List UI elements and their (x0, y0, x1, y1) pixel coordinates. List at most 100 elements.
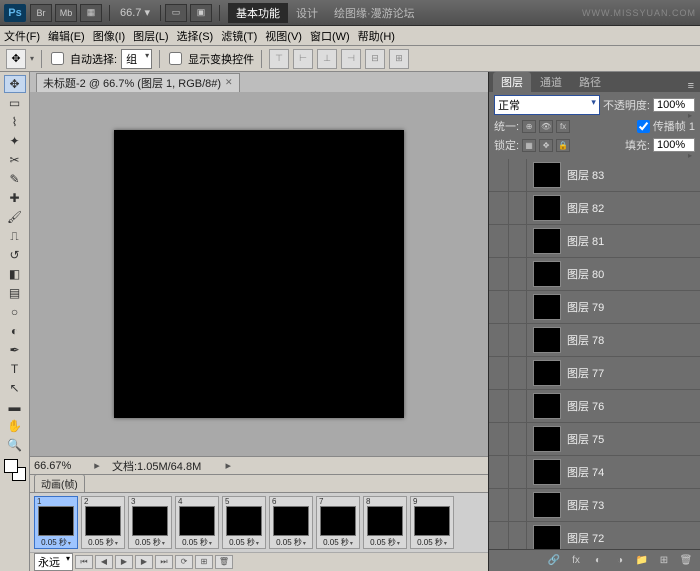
animation-frame[interactable]: 60.05 秒 (269, 496, 313, 549)
color-swatch[interactable] (4, 459, 26, 481)
link-cell[interactable] (509, 159, 527, 191)
stamp-tool[interactable]: ⎍ (4, 227, 26, 245)
layer-name[interactable]: 图层 78 (567, 332, 604, 348)
visibility-toggle[interactable] (489, 159, 509, 191)
link-cell[interactable] (509, 423, 527, 455)
status-docinfo[interactable]: 文档:1.05M/64.8M (112, 458, 201, 474)
visibility-toggle[interactable] (489, 291, 509, 323)
align-btn-4[interactable]: ⊣ (341, 49, 361, 69)
document-tab[interactable]: 未标题-2 @ 66.7% (图层 1, RGB/8#) ✕ (36, 73, 240, 92)
unify-style-icon[interactable]: fx (556, 120, 570, 133)
align-btn-2[interactable]: ⊢ (293, 49, 313, 69)
hand-tool[interactable]: ✋ (4, 417, 26, 435)
layer-row[interactable]: 图层 74 (489, 456, 700, 489)
visibility-toggle[interactable] (489, 456, 509, 488)
last-frame-button[interactable]: ⏭ (155, 555, 173, 569)
layer-row[interactable]: 图层 77 (489, 357, 700, 390)
menu-window[interactable]: 窗口(W) (310, 28, 350, 44)
link-layers-button[interactable]: 🔗 (546, 554, 562, 568)
blend-mode-dropdown[interactable]: 正常 (494, 95, 600, 115)
link-cell[interactable] (509, 489, 527, 521)
menu-layer[interactable]: 图层(L) (133, 28, 168, 44)
layer-name[interactable]: 图层 75 (567, 431, 604, 447)
opacity-field[interactable]: 100% (653, 98, 695, 112)
menu-edit[interactable]: 编辑(E) (48, 28, 85, 44)
bridge-button[interactable]: Br (30, 4, 52, 22)
link-cell[interactable] (509, 291, 527, 323)
layer-name[interactable]: 图层 80 (567, 266, 604, 282)
animation-frame[interactable]: 50.05 秒 (222, 496, 266, 549)
layer-name[interactable]: 图层 83 (567, 167, 604, 183)
status-zoom[interactable]: 66.67% (30, 460, 90, 472)
layer-thumbnail[interactable] (533, 294, 561, 320)
fill-field[interactable]: 100% (653, 138, 695, 152)
visibility-toggle[interactable] (489, 324, 509, 356)
gradient-tool[interactable]: ▤ (4, 284, 26, 302)
brush-tool[interactable]: 🖌 (4, 208, 26, 226)
align-btn-5[interactable]: ⊟ (365, 49, 385, 69)
delete-layer-button[interactable]: 🗑 (678, 554, 694, 568)
screenmode-button[interactable]: ▣ (190, 4, 212, 22)
new-layer-button[interactable]: ⊞ (656, 554, 672, 568)
frame-delay[interactable]: 0.05 秒 (370, 537, 400, 548)
layer-mask-button[interactable]: ◐ (590, 554, 606, 568)
adjustment-layer-button[interactable]: ◑ (612, 554, 628, 568)
close-icon[interactable]: ✕ (225, 77, 233, 88)
transform-checkbox[interactable] (169, 52, 182, 65)
tab-layers[interactable]: 图层 (493, 72, 531, 92)
layer-row[interactable]: 图层 83 (489, 159, 700, 192)
frame-delay[interactable]: 0.05 秒 (135, 537, 165, 548)
layer-list[interactable]: 图层 83图层 82图层 81图层 80图层 79图层 78图层 77图层 76… (489, 159, 700, 549)
layer-style-button[interactable]: fx (568, 554, 584, 568)
frame-delay[interactable]: 0.05 秒 (229, 537, 259, 548)
menu-file[interactable]: 文件(F) (4, 28, 40, 44)
frame-delay[interactable]: 0.05 秒 (41, 537, 71, 548)
layer-thumbnail[interactable] (533, 459, 561, 485)
layer-row[interactable]: 图层 78 (489, 324, 700, 357)
workspace-design[interactable]: 设计 (288, 3, 326, 23)
menu-view[interactable]: 视图(V) (265, 28, 302, 44)
link-cell[interactable] (509, 225, 527, 257)
layer-name[interactable]: 图层 79 (567, 299, 604, 315)
zoom-level[interactable]: 66.7 ▾ (120, 6, 150, 19)
canvas[interactable] (114, 130, 404, 418)
visibility-toggle[interactable] (489, 192, 509, 224)
link-cell[interactable] (509, 456, 527, 488)
layer-row[interactable]: 图层 75 (489, 423, 700, 456)
pen-tool[interactable]: ✒ (4, 341, 26, 359)
animation-frame[interactable]: 70.05 秒 (316, 496, 360, 549)
lock-position-icon[interactable]: ✥ (539, 139, 553, 152)
frame-delay[interactable]: 0.05 秒 (323, 537, 353, 548)
auto-select-target[interactable]: 组 (121, 49, 152, 69)
animation-frame[interactable]: 20.05 秒 (81, 496, 125, 549)
layer-thumbnail[interactable] (533, 426, 561, 452)
layer-row[interactable]: 图层 80 (489, 258, 700, 291)
link-cell[interactable] (509, 390, 527, 422)
panel-menu-icon[interactable]: ≡ (682, 80, 700, 92)
visibility-toggle[interactable] (489, 423, 509, 455)
layer-thumbnail[interactable] (533, 327, 561, 353)
play-button[interactable]: ▶ (115, 555, 133, 569)
layer-name[interactable]: 图层 82 (567, 200, 604, 216)
auto-select-checkbox[interactable] (51, 52, 64, 65)
marquee-tool[interactable]: ▭ (4, 94, 26, 112)
menu-image[interactable]: 图像(I) (93, 28, 125, 44)
layer-name[interactable]: 图层 73 (567, 497, 604, 513)
lock-all-icon[interactable]: 🔒 (556, 139, 570, 152)
link-cell[interactable] (509, 258, 527, 290)
type-tool[interactable]: T (4, 360, 26, 378)
new-frame-button[interactable]: ⊞ (195, 555, 213, 569)
tab-channels[interactable]: 通道 (532, 72, 570, 92)
tween-button[interactable]: ⟳ (175, 555, 193, 569)
layer-row[interactable]: 图层 82 (489, 192, 700, 225)
arrange-button[interactable]: ▭ (165, 4, 187, 22)
frame-delay[interactable]: 0.05 秒 (276, 537, 306, 548)
layer-thumbnail[interactable] (533, 162, 561, 188)
unify-position-icon[interactable]: ⊕ (522, 120, 536, 133)
move-tool[interactable]: ✥ (4, 75, 26, 93)
unify-visibility-icon[interactable]: 👁 (539, 120, 553, 133)
status-arrow-icon[interactable]: ▸ (90, 459, 104, 472)
align-btn-3[interactable]: ⊥ (317, 49, 337, 69)
workspace-forum[interactable]: 绘图缘·漫游论坛 (326, 3, 423, 23)
layer-thumbnail[interactable] (533, 393, 561, 419)
